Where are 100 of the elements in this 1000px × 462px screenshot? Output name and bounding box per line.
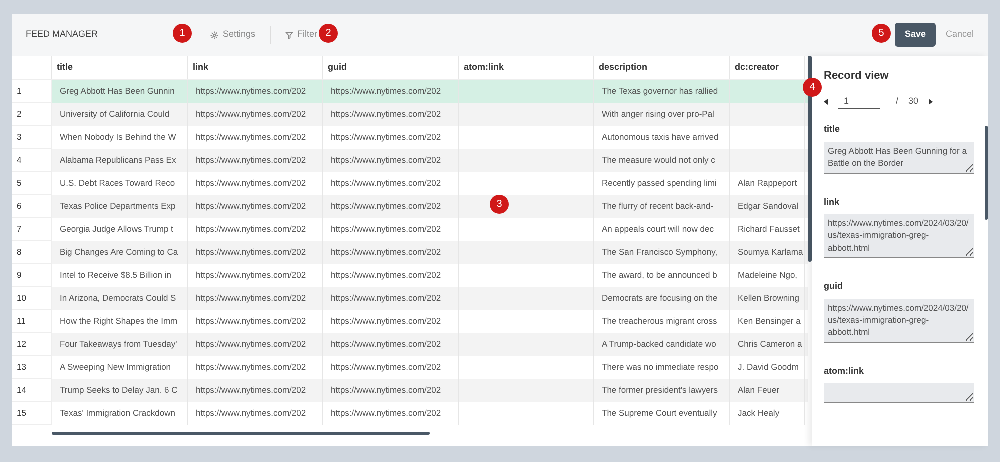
table-cell: Chris Cameron a — [738, 338, 802, 351]
page-total: 30 — [908, 95, 919, 108]
table-row[interactable]: 8 Big Changes Are Coming to Ca https://www.nytimes.com/202 https://www.nytimes.com/202 The San Francisco Symphony, Soumya Karlama — [12, 241, 808, 264]
table-cell: The measure would not only c — [602, 154, 716, 167]
row-number: 2 — [17, 108, 22, 120]
table-cell: https://www.nytimes.com/202 — [196, 315, 306, 328]
table-row[interactable]: 15 Texas' Immigration Crackdown https://www.nytimes.com/202 https://www.nytimes.com/202 The Supreme Court eventually Jack Healy — [12, 402, 808, 425]
table-cell: There was no immediate respo — [602, 361, 719, 374]
row-number: 5 — [17, 176, 22, 190]
field-label: link — [824, 196, 841, 208]
field-textarea[interactable]: Greg Abbott Has Been Gunning for a Battle on the Border — [824, 142, 974, 174]
table-row[interactable]: 7 Georgia Judge Allows Trump t https://www.nytimes.com/202 https://www.nytimes.com/202 An appeals court will now dec Richard Fausset — [12, 218, 808, 241]
table-cell: Greg Abbott Has Been Gunnin — [60, 85, 175, 98]
table-cell: The San Francisco Symphony, — [602, 246, 718, 259]
table-cell: https://www.nytimes.com/202 — [331, 338, 442, 351]
column-header[interactable]: guid — [328, 60, 347, 74]
table-row[interactable]: 5 U.S. Debt Races Toward Reco https://www.nytimes.com/202 https://www.nytimes.com/202 Recently passed spending limi Alan Rappeport — [12, 172, 808, 195]
table-cell: https://www.nytimes.com/202 — [331, 131, 442, 144]
prev-arrow-icon[interactable] — [824, 98, 828, 105]
row-number: 6 — [17, 200, 22, 212]
save-button[interactable]: Save — [894, 23, 936, 47]
row-number: 10 — [17, 292, 26, 304]
page-separator: / — [896, 95, 899, 108]
table-cell: Soumya Karlama — [738, 246, 804, 259]
table-cell: https://www.nytimes.com/202 — [331, 85, 442, 98]
table-cell: How the Right Shapes the Imm — [60, 315, 178, 328]
table-cell: Alan Feuer — [738, 384, 780, 397]
table-cell: https://www.nytimes.com/202 — [331, 407, 442, 420]
table-cell: https://www.nytimes.com/202 — [196, 200, 306, 213]
scrollbar-thumb[interactable] — [52, 432, 430, 435]
scrollbar-thumb[interactable] — [808, 56, 812, 262]
table-cell: When Nobody Is Behind the W — [60, 131, 176, 144]
table-row[interactable]: 3 When Nobody Is Behind the W https://www.nytimes.com/202 https://www.nytimes.com/202 Autonomous taxis have arrived — [12, 126, 808, 149]
table-cell: Alabama Republicans Pass Ex — [60, 154, 176, 167]
row-number: 9 — [17, 268, 22, 282]
table-cell: Alan Rappeport — [738, 177, 798, 190]
table-cell: https://www.nytimes.com/202 — [196, 108, 306, 121]
row-number: 3 — [17, 130, 22, 144]
table-cell: Texas Police Departments Exp — [60, 200, 176, 213]
table-cell: The flurry of recent back-and- — [602, 200, 714, 213]
table-cell: https://www.nytimes.com/202 — [331, 315, 442, 328]
table-row[interactable]: 14 Trump Seeks to Delay Jan. 6 C https://www.nytimes.com/202 https://www.nytimes.com/202 The former president's lawyers Alan Feuer — [12, 379, 808, 402]
row-number: 1 — [17, 84, 22, 98]
table-cell: Kellen Browning — [738, 292, 800, 305]
field-label: atom:link — [824, 364, 866, 378]
table-row[interactable]: 13 A Sweeping New Immigration https://www.nytimes.com/202 https://www.nytimes.com/202 There was no immediate respo J. David Goodm — [12, 356, 808, 379]
table-cell: https://www.nytimes.com/202 — [196, 269, 306, 282]
table-cell: https://www.nytimes.com/202 — [196, 131, 306, 144]
gear-icon — [210, 30, 219, 40]
table-cell: https://www.nytimes.com/202 — [331, 154, 442, 167]
scrollbar-thumb[interactable] — [985, 126, 988, 220]
column-header[interactable]: atom:link — [464, 60, 504, 74]
table-cell: https://www.nytimes.com/202 — [196, 407, 306, 420]
column-header[interactable]: description — [599, 60, 648, 74]
page-input[interactable]: 1 — [838, 94, 880, 109]
table-cell: https://www.nytimes.com/202 — [331, 223, 442, 236]
next-arrow-icon[interactable] — [928, 98, 933, 105]
table-cell: Georgia Judge Allows Trump t — [60, 223, 174, 236]
field-label: guid — [824, 280, 844, 293]
table-cell: U.S. Debt Races Toward Reco — [60, 177, 176, 190]
table-row[interactable]: 10 In Arizona, Democrats Could S https://www.nytimes.com/202 https://www.nytimes.com/202 Democrats are focusing on the Kellen Browning — [12, 287, 808, 310]
table-cell: In Arizona, Democrats Could S — [60, 292, 176, 305]
table-cell: https://www.nytimes.com/202 — [196, 85, 306, 98]
row-number: 7 — [17, 222, 22, 236]
table-cell: https://www.nytimes.com/202 — [331, 200, 442, 213]
table-cell: https://www.nytimes.com/202 — [196, 384, 306, 397]
table-row[interactable]: 2 University of California Could https://www.nytimes.com/202 https://www.nytimes.com/202 With anger rising over pro-Pal — [12, 103, 808, 126]
row-number: 4 — [17, 154, 22, 166]
table-cell: With anger rising over pro-Pal — [602, 108, 714, 121]
table-cell: Ken Bensinger a — [738, 315, 801, 328]
table-cell: https://www.nytimes.com/202 — [196, 338, 306, 351]
field-textarea[interactable] — [824, 383, 974, 403]
table-cell: https://www.nytimes.com/202 — [331, 246, 442, 259]
table-cell: https://www.nytimes.com/202 — [331, 177, 442, 190]
table-row[interactable]: 1 Greg Abbott Has Been Gunnin https://www.nytimes.com/202 https://www.nytimes.com/202 The Texas governor has rallied — [12, 80, 808, 103]
table-cell: The treacherous migrant cross — [602, 315, 718, 328]
column-header[interactable]: title — [57, 60, 74, 74]
table-cell: Big Changes Are Coming to Ca — [60, 246, 178, 259]
table-cell: https://www.nytimes.com/202 — [196, 177, 306, 190]
table-cell: The Supreme Court eventually — [602, 407, 718, 420]
table-cell: https://www.nytimes.com/202 — [331, 384, 442, 397]
table-row[interactable]: 9 Intel to Receive $8.5 Billion in https://www.nytimes.com/202 https://www.nytimes.com/202 The award, to be announced b Madeleine Ngo, — [12, 264, 808, 287]
table-row[interactable]: 4 Alabama Republicans Pass Ex https://www.nytimes.com/202 https://www.nytimes.com/202 The measure would not only c — [12, 149, 808, 172]
table-cell: Recently passed spending limi — [602, 177, 717, 190]
field-textarea[interactable]: https://www.nytimes.com/2024/03/20/us/texas-immigration-greg-abbott.html — [824, 214, 974, 258]
table-cell: The former president's lawyers — [602, 384, 718, 397]
field-textarea[interactable]: https://www.nytimes.com/2024/03/20/us/texas-immigration-greg-abbott.html — [824, 298, 974, 342]
table-cell: Madeleine Ngo, — [738, 269, 798, 282]
row-number: 11 — [17, 314, 26, 328]
table-row[interactable]: 12 Four Takeaways from Tuesday' https://www.nytimes.com/202 https://www.nytimes.com/202 A Trump-backed candidate wo Chris Cameron a — [12, 333, 808, 356]
table-cell: Autonomous taxis have arrived — [602, 131, 719, 144]
table-cell: Intel to Receive $8.5 Billion in — [60, 269, 172, 282]
table-cell: Edgar Sandoval — [738, 200, 798, 213]
row-number: 12 — [17, 338, 26, 350]
table-row[interactable]: 11 How the Right Shapes the Imm https://www.nytimes.com/202 https://www.nytimes.com/202 The treacherous migrant cross Ken Bensinger a — [12, 310, 808, 333]
column-header[interactable]: dc:creator — [735, 60, 780, 74]
table-cell: Democrats are focusing on the — [602, 292, 718, 305]
table-cell: https://www.nytimes.com/202 — [196, 154, 306, 167]
table-cell: An appeals court will now dec — [602, 223, 714, 236]
column-header[interactable]: link — [193, 60, 209, 74]
